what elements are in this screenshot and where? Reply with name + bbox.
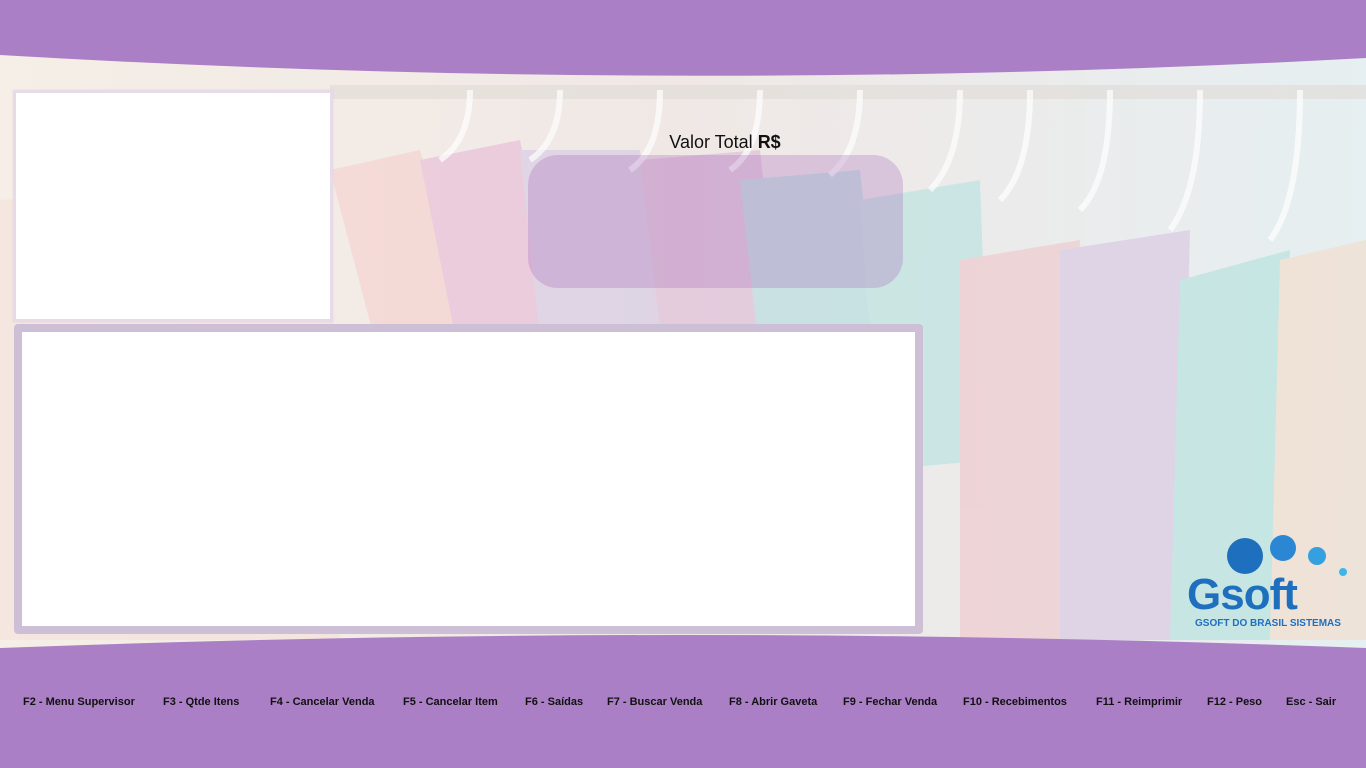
logo-initial: G (1187, 570, 1221, 619)
function-key-bar: F2 - Menu Supervisor F3 - Qtde Itens F4 … (0, 696, 1366, 712)
fkey-reimprimir[interactable]: F11 - Reimprimir (1096, 696, 1182, 708)
fkey-abrir-gaveta[interactable]: F8 - Abrir Gaveta (729, 696, 817, 708)
fkey-fechar-venda[interactable]: F9 - Fechar Venda (843, 696, 937, 708)
logo-wordmark: Gsoft (1187, 570, 1298, 620)
fkey-saidas[interactable]: F6 - Saídas (525, 696, 583, 708)
logo-name: soft (1220, 570, 1298, 619)
logo-tagline: GSOFT DO BRASIL SISTEMAS (1195, 618, 1341, 629)
fkey-menu-supervisor[interactable]: F2 - Menu Supervisor (23, 696, 135, 708)
currency-symbol: R$ (757, 132, 781, 152)
items-list-frame (14, 324, 923, 634)
fkey-cancelar-venda[interactable]: F4 - Cancelar Venda (270, 696, 375, 708)
fkey-buscar-venda[interactable]: F7 - Buscar Venda (607, 696, 702, 708)
total-label: Valor Total R$ (600, 132, 850, 153)
total-value-display (528, 155, 903, 288)
fkey-cancelar-item[interactable]: F5 - Cancelar Item (403, 696, 498, 708)
fkey-qtde-itens[interactable]: F3 - Qtde Itens (163, 696, 239, 708)
header-band (0, 0, 1366, 76)
fkey-peso[interactable]: F12 - Peso (1207, 696, 1262, 708)
items-list[interactable] (22, 332, 915, 626)
fkey-sair[interactable]: Esc - Sair (1286, 696, 1336, 708)
product-image-panel (13, 90, 333, 322)
total-label-text: Valor Total (669, 132, 753, 152)
fkey-recebimentos[interactable]: F10 - Recebimentos (963, 696, 1067, 708)
